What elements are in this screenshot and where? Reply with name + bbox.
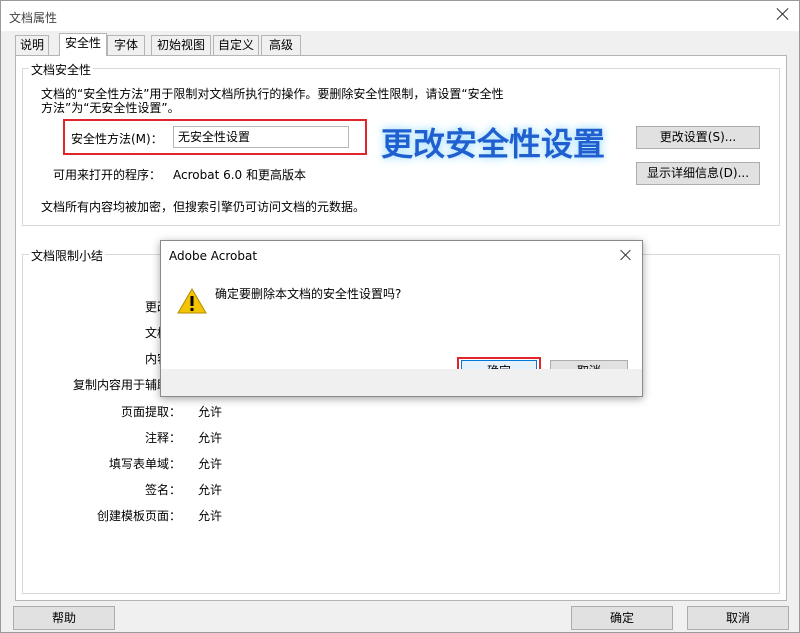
tab-initial-view[interactable]: 初始视图 [151, 35, 211, 55]
security-method-label: 安全性方法(M)： [71, 132, 163, 146]
restriction-label-fill-forms: 填写表单域： [108, 457, 181, 471]
encryption-note: 文档所有内容均被加密，但搜索引擎仍可访问文档的元数据。 [41, 200, 366, 214]
security-description-line2: 方法”为“无安全性设置”。 [41, 101, 180, 115]
dialog-footer [161, 369, 642, 396]
security-method-select[interactable]: 无安全性设置 [173, 126, 349, 148]
ok-button[interactable]: 确定 [571, 606, 673, 630]
restriction-label-template-pages: 创建模板页面： [96, 509, 181, 523]
restriction-value-signing: 允许 [198, 483, 223, 497]
confirm-dialog: Adobe Acrobat 确定要删除本文档的安全性设置吗? 确定 取消 [160, 240, 643, 397]
restriction-label-accessibility: 复制内容用于辅助工 [72, 378, 181, 392]
annotation-caption: 更改安全性设置 [381, 125, 606, 163]
openable-programs-label: 可用来打开的程序： [53, 168, 162, 182]
restriction-value-page-extraction: 允许 [198, 405, 223, 419]
restriction-label-change: 更改文 [21, 298, 181, 315]
tab-custom[interactable]: 自定义 [213, 35, 259, 55]
restriction-value-template-pages: 允许 [198, 509, 223, 523]
restriction-label-copy: 内容复 [21, 350, 181, 367]
restriction-label-signing: 签名： [144, 483, 181, 497]
change-settings-button[interactable]: 更改设置(S)... [636, 126, 760, 149]
dialog-title: Adobe Acrobat [169, 249, 258, 263]
document-properties-window: 文档属性 说明 安全性 字体 初始视图 自定义 高级 文档安全性 文档限制小结 … [0, 0, 800, 633]
dialog-message: 确定要删除本文档的安全性设置吗? [215, 287, 402, 301]
cancel-button[interactable]: 取消 [687, 606, 789, 630]
tab-advanced[interactable]: 高级 [261, 35, 301, 55]
restriction-label-comments: 注释： [144, 431, 181, 445]
restriction-label-page-extraction: 页面提取： [120, 405, 181, 419]
document-security-legend: 文档安全性 [29, 61, 94, 78]
help-button[interactable]: 帮助 [13, 606, 115, 630]
restriction-label-print: 打 [21, 272, 181, 289]
restrictions-summary-legend: 文档限制小结 [29, 247, 106, 264]
dialog-close-icon[interactable] [619, 248, 633, 262]
warning-icon [177, 288, 207, 314]
window-title: 文档属性 [9, 11, 58, 25]
openable-programs-value: Acrobat 6.0 和更高版本 [173, 168, 306, 182]
tab-fonts[interactable]: 字体 [107, 35, 145, 55]
title-bar: 文档属性 [1, 1, 799, 31]
restriction-label-assembly: 文档组 [21, 324, 181, 341]
close-icon[interactable] [775, 6, 791, 22]
tab-security[interactable]: 安全性 [59, 33, 107, 56]
dialog-title-bar: Adobe Acrobat [161, 241, 642, 271]
show-details-button[interactable]: 显示详细信息(D)... [636, 162, 760, 185]
dialog-body: 确定要删除本文档的安全性设置吗? 确定 取消 [161, 271, 642, 385]
restriction-value-comments: 允许 [198, 431, 223, 445]
tab-description[interactable]: 说明 [15, 35, 49, 55]
restriction-value-fill-forms: 允许 [198, 457, 223, 471]
